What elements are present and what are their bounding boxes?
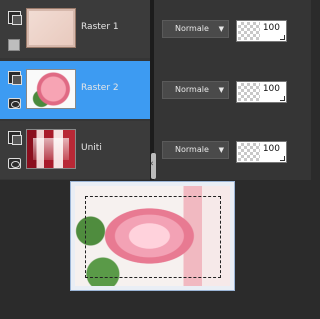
layer-thumbnail <box>26 8 76 48</box>
mask-icon[interactable] <box>8 131 22 145</box>
layer-name: Raster 2 <box>81 83 119 93</box>
layer-controls-uniti: Normale ▼ 100 <box>154 121 311 179</box>
resize-grip-icon <box>280 96 285 101</box>
eye-icon[interactable] <box>8 98 21 109</box>
chevron-down-icon: ▼ <box>218 86 224 94</box>
opacity-value: 100 <box>262 84 280 94</box>
eye-icon[interactable] <box>8 158 21 169</box>
layer-row-raster-2[interactable]: Raster 2 Normale ▼ 100 <box>0 61 311 119</box>
opacity-value: 100 <box>262 23 280 33</box>
layer-controls-raster-1: Normale ▼ 100 <box>154 0 311 58</box>
opacity-field[interactable]: 100 <box>236 20 287 42</box>
resize-grip-icon <box>280 156 285 161</box>
resize-grip-icon <box>280 35 285 40</box>
collapse-handle[interactable] <box>150 153 156 179</box>
layer-info-uniti[interactable]: Uniti <box>0 121 150 179</box>
opacity-field[interactable]: 100 <box>236 81 287 103</box>
blend-mode-value: Normale <box>175 24 209 33</box>
selection-marquee <box>85 196 221 278</box>
mask-icon[interactable] <box>8 71 22 85</box>
blend-mode-select[interactable]: Normale ▼ <box>162 20 229 38</box>
layer-info-raster-1[interactable]: Raster 1 <box>0 0 150 58</box>
panel-right-edge <box>295 0 311 180</box>
layer-info-raster-2[interactable]: Raster 2 <box>0 61 150 119</box>
chevron-down-icon: ▼ <box>218 146 224 154</box>
transparency-swatch <box>238 143 260 161</box>
blend-mode-value: Normale <box>175 145 209 154</box>
transparency-swatch <box>238 22 260 40</box>
layer-controls-raster-2: Normale ▼ 100 <box>154 61 311 119</box>
blend-mode-select[interactable]: Normale ▼ <box>162 81 229 99</box>
mask-icon[interactable] <box>8 11 22 25</box>
transparency-swatch <box>238 83 260 101</box>
layer-preview-tooltip <box>70 181 235 291</box>
chevron-down-icon: ▼ <box>218 25 224 33</box>
layer-name: Raster 1 <box>81 22 119 32</box>
layer-preview-image <box>75 186 230 286</box>
opacity-field[interactable]: 100 <box>236 141 287 163</box>
visibility-toggle-off[interactable] <box>8 39 20 51</box>
layers-panel: Raster 1 Normale ▼ 100 Raster 2 Normale <box>0 0 311 180</box>
layer-thumbnail <box>26 129 76 169</box>
blend-mode-select[interactable]: Normale ▼ <box>162 141 229 159</box>
layer-thumbnail <box>26 69 76 109</box>
layer-row-raster-1[interactable]: Raster 1 Normale ▼ 100 <box>0 0 311 58</box>
blend-mode-value: Normale <box>175 85 209 94</box>
opacity-value: 100 <box>262 144 280 154</box>
layer-name: Uniti <box>81 143 102 153</box>
